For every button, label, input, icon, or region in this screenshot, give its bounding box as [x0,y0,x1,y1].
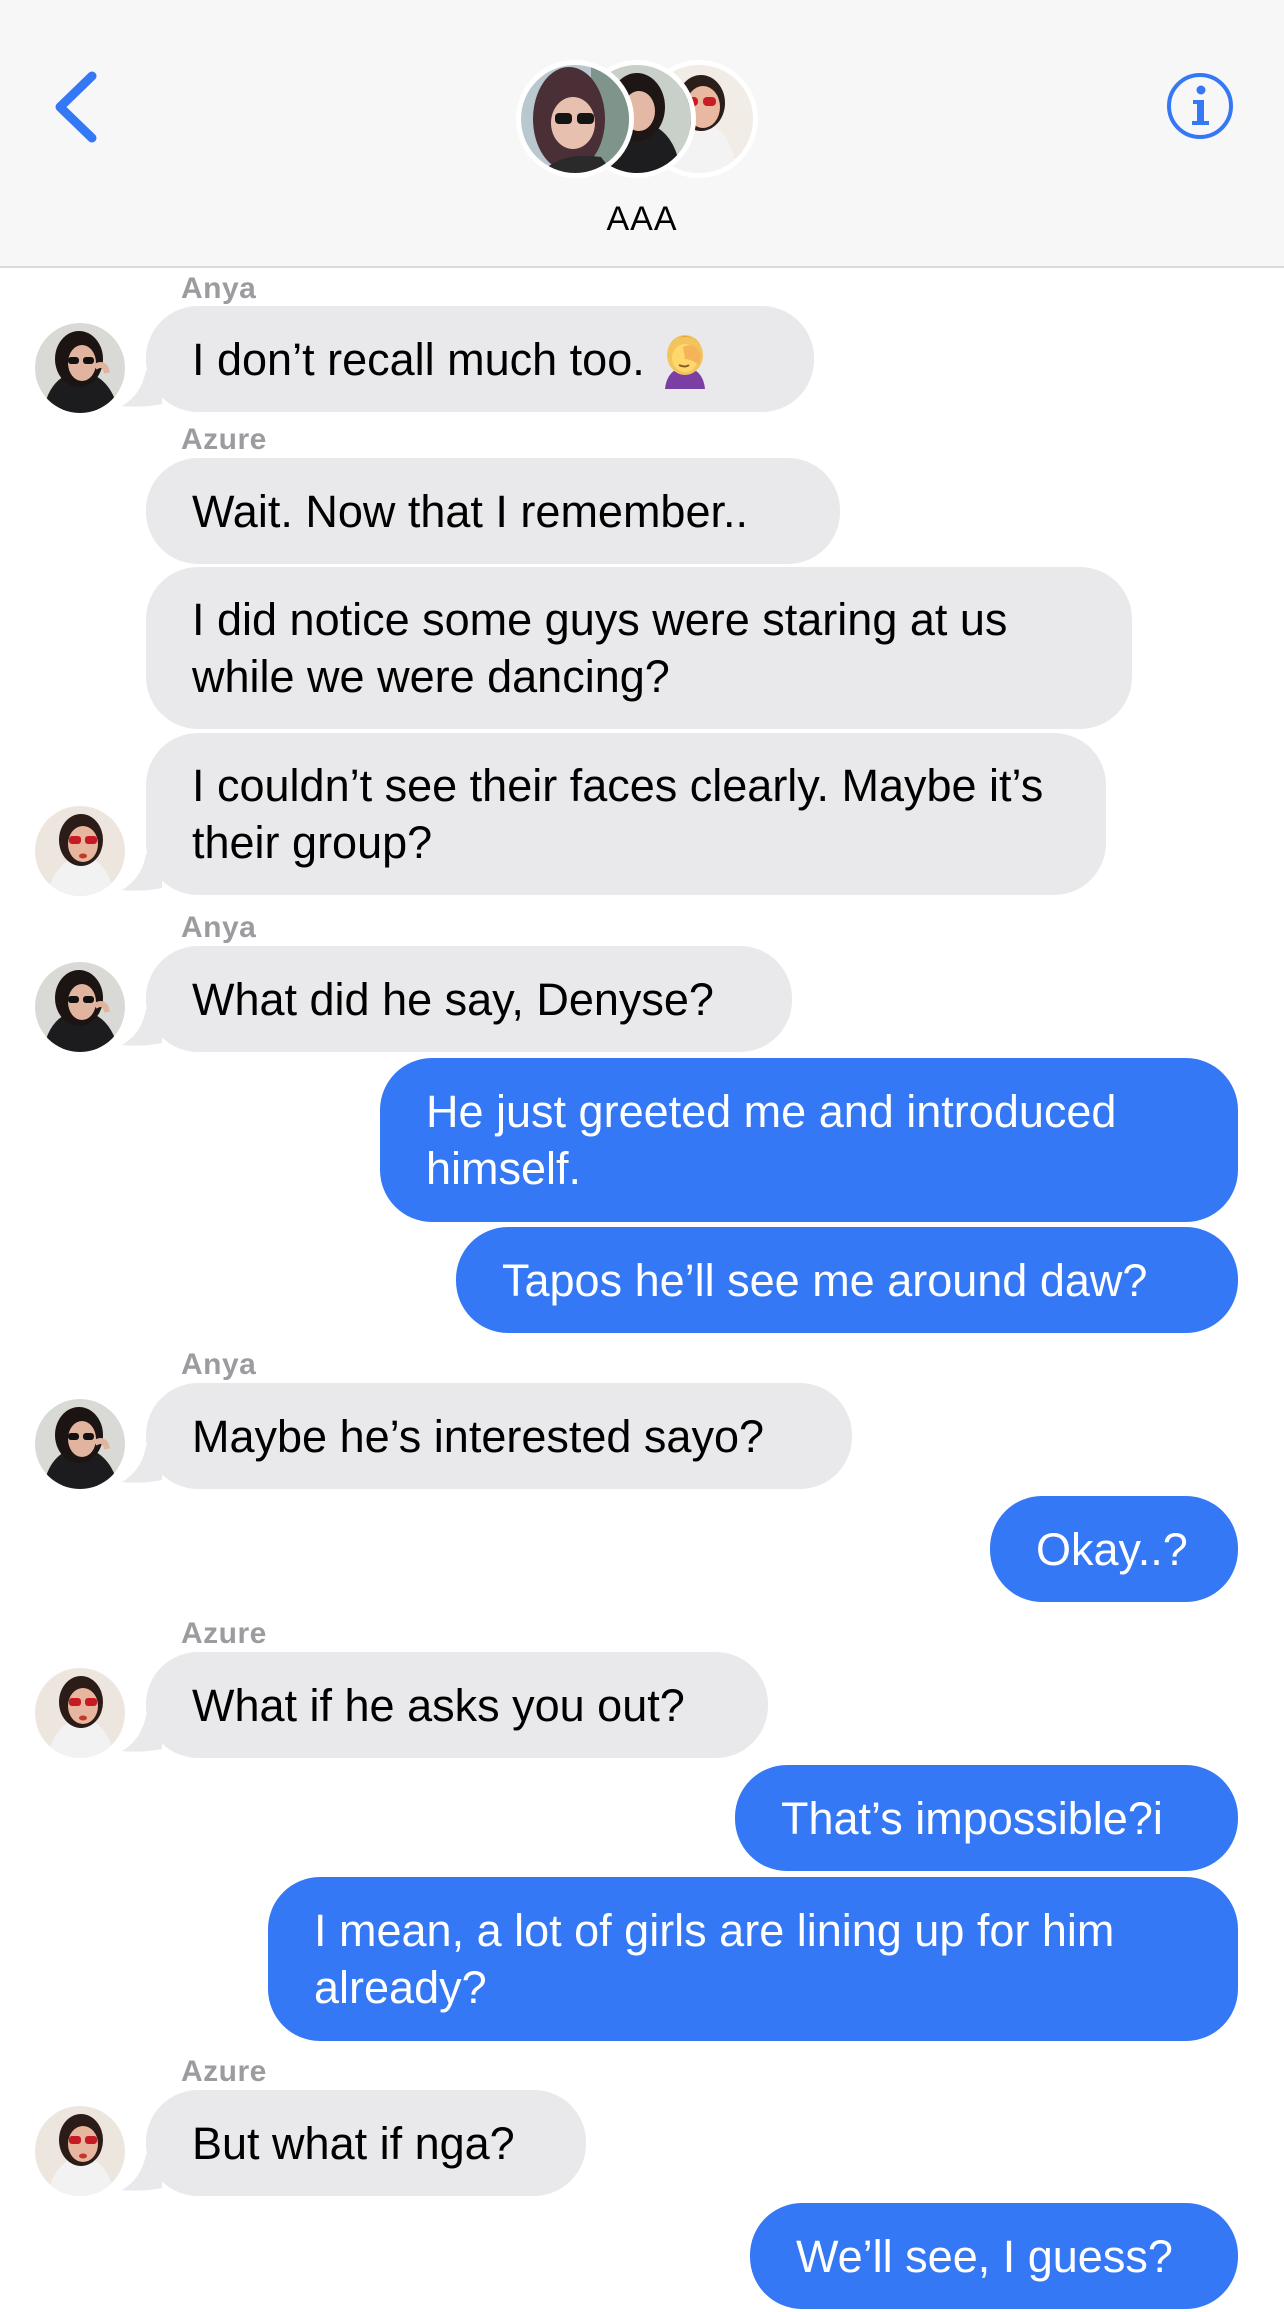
message-text: Wait. Now that I remember.. [192,485,748,537]
message-text: Maybe he’s interested sayo? [192,1410,765,1462]
sender-name: Anya [181,911,257,944]
outgoing-message[interactable]: We’ll see, I guess? [750,2203,1238,2309]
avatar-anya[interactable] [35,962,125,1052]
sender-name: Azure [181,2055,267,2088]
group-avatars[interactable] [510,56,760,186]
message-text: We’ll see, I guess? [796,2230,1173,2282]
info-button[interactable] [1164,70,1236,142]
sender-name: Anya [181,272,257,305]
message-text: But what if nga? [192,2117,515,2169]
facepalm-emoji-icon [664,335,705,389]
message-text: I don’t recall much too. [192,333,645,385]
avatar-azure[interactable] [35,1668,125,1758]
incoming-message[interactable]: What if he asks you out? [146,1652,768,1758]
outgoing-message[interactable]: That’s impossible?i [735,1765,1238,1871]
avatar-anya[interactable] [35,323,125,413]
incoming-message[interactable]: Wait. Now that I remember.. [146,458,840,564]
chevron-left-icon [55,71,97,143]
outgoing-message[interactable]: Tapos he’ll see me around daw? [456,1227,1238,1333]
incoming-message[interactable]: I don’t recall much too. [146,306,814,412]
member-avatar-self [516,60,634,178]
incoming-message[interactable]: What did he say, Denyse? [146,946,792,1052]
message-text: What if he asks you out? [192,1679,685,1731]
avatar-anya[interactable] [35,1399,125,1489]
incoming-message[interactable]: But what if nga? [146,2090,586,2196]
sender-name: Anya [181,1348,257,1381]
avatar-azure[interactable] [35,806,125,896]
sender-name: Azure [181,1617,267,1650]
incoming-message[interactable]: Maybe he’s interested sayo? [146,1383,852,1489]
incoming-message[interactable]: I couldn’t see their faces clearly. Mayb… [146,733,1106,895]
avatar-azure[interactable] [35,2106,125,2196]
group-name[interactable]: AAA [0,200,1284,239]
conversation-header: AAA [0,0,1284,268]
message-text: Okay..? [1036,1523,1188,1575]
message-text: What did he say, Denyse? [192,973,714,1025]
message-text: I did notice some guys were staring at u… [192,594,1008,702]
outgoing-message[interactable]: I mean, a lot of girls are lining up for… [268,1877,1238,2041]
outgoing-message[interactable]: He just greeted me and introduced himsel… [380,1058,1238,1222]
message-text: He just greeted me and introduced himsel… [426,1086,1117,1194]
message-text: Tapos he’ll see me around daw? [502,1254,1148,1306]
message-text: I couldn’t see their faces clearly. Mayb… [192,760,1044,868]
back-button[interactable] [40,62,110,152]
incoming-message[interactable]: I did notice some guys were staring at u… [146,567,1132,729]
message-text: That’s impossible?i [781,1792,1163,1844]
outgoing-message[interactable]: Okay..? [990,1496,1238,1602]
message-text: I mean, a lot of girls are lining up for… [314,1905,1115,2013]
sender-name: Azure [181,423,267,456]
info-icon [1167,73,1233,139]
